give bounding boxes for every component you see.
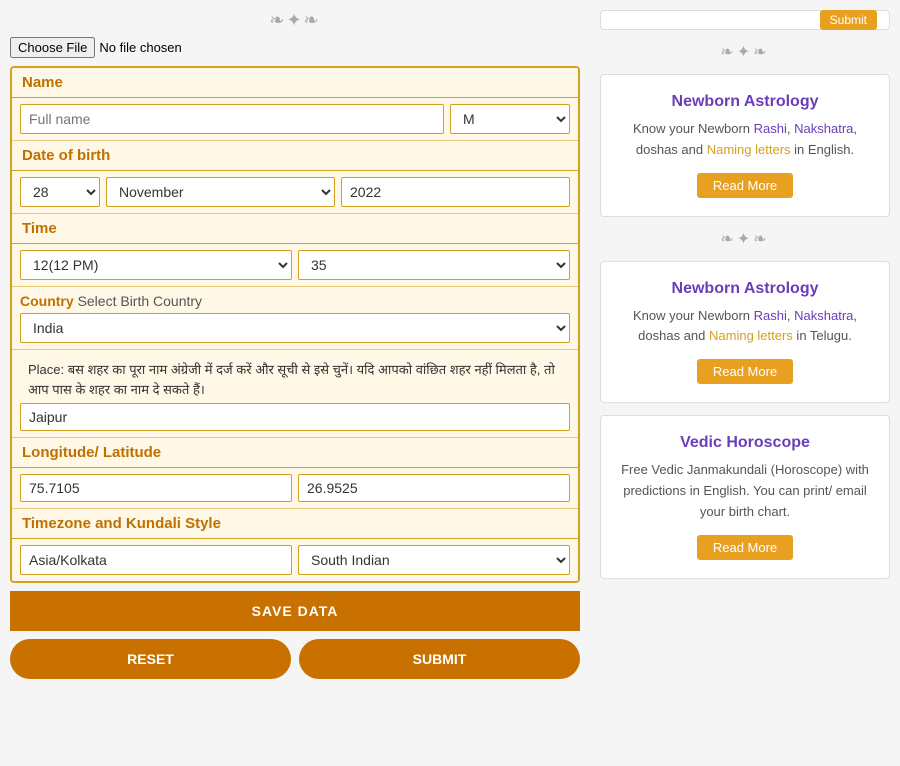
month-select[interactable]: JanuaryFebruaryMarch AprilMayJune JulyAu… — [106, 177, 335, 207]
card2-naming: Naming letters — [709, 328, 793, 343]
card2-desc: Know your Newborn Rashi, Nakshatra, dosh… — [615, 306, 875, 348]
time-row: 0(12 AM)1(1 AM)2(2 AM) 3(3 AM)4(4 AM)5(5… — [20, 250, 570, 280]
country-section-body: Country Select Birth Country India USA U… — [12, 287, 578, 350]
tz-row: South Indian North Indian East Indian — [20, 545, 570, 575]
dob-row: 1234 5678 9101112 13141516 17181920 2122… — [20, 177, 570, 207]
bottom-buttons: RESET SUBMIT — [10, 639, 580, 679]
hour-select[interactable]: 0(12 AM)1(1 AM)2(2 AM) 3(3 AM)4(4 AM)5(5… — [20, 250, 292, 280]
newborn-astrology-telugu-card: Newborn Astrology Know your Newborn Rash… — [600, 261, 890, 404]
place-input[interactable] — [20, 403, 570, 431]
card2-rashi: Rashi — [754, 308, 787, 323]
decorative-top: ❧✦❧ — [10, 10, 580, 31]
newborn-astrology-english-card: Newborn Astrology Know your Newborn Rash… — [600, 74, 890, 217]
divider-1: ❧✦❧ — [600, 42, 890, 62]
longlat-label: Longitude/ Latitude — [12, 438, 578, 468]
name-section-body: M F — [12, 98, 578, 141]
card1-title: Newborn Astrology — [615, 93, 875, 111]
save-data-button[interactable]: SAVE DATA — [10, 591, 580, 631]
gender-select[interactable]: M F — [450, 104, 570, 134]
form-container: Name M F Date of birth 1234 5678 9101112… — [10, 66, 580, 583]
time-section-body: 0(12 AM)1(1 AM)2(2 AM) 3(3 AM)4(4 AM)5(5… — [12, 244, 578, 287]
card1-desc: Know your Newborn Rashi, Nakshatra, dosh… — [615, 119, 875, 161]
timezone-section-body: South Indian North Indian East Indian — [12, 539, 578, 581]
name-section-label: Name — [12, 68, 578, 98]
timezone-input[interactable] — [20, 545, 292, 575]
submit-button[interactable]: SUBMIT — [299, 639, 580, 679]
minute-select[interactable]: 051015 202530 354045 5055 — [298, 250, 570, 280]
card1-rashi: Rashi — [754, 121, 787, 136]
longitude-input[interactable] — [20, 474, 292, 502]
day-select[interactable]: 1234 5678 9101112 13141516 17181920 2122… — [20, 177, 100, 207]
country-select[interactable]: India USA UK Australia Canada — [20, 313, 570, 343]
time-section-label: Time — [12, 214, 578, 244]
card3-read-more-button[interactable]: Read More — [697, 535, 793, 560]
longlat-section-body — [12, 468, 578, 509]
file-chooser-row — [10, 37, 580, 58]
reset-button[interactable]: RESET — [10, 639, 291, 679]
latitude-input[interactable] — [298, 474, 570, 502]
card3-title: Vedic Horoscope — [615, 434, 875, 452]
name-row: M F — [20, 104, 570, 134]
card1-naming: Naming letters — [707, 142, 791, 157]
year-input[interactable] — [341, 177, 570, 207]
vedic-horoscope-card: Vedic Horoscope Free Vedic Janmakundali … — [600, 415, 890, 578]
fullname-input[interactable] — [20, 104, 444, 134]
card1-nakshatra: Nakshatra — [794, 121, 853, 136]
dob-section-body: 1234 5678 9101112 13141516 17181920 2122… — [12, 171, 578, 214]
stub-button[interactable]: Submit — [820, 10, 877, 30]
card3-desc: Free Vedic Janmakundali (Horoscope) with… — [615, 460, 875, 522]
latlong-row — [20, 474, 570, 502]
left-panel: ❧✦❧ Name M F Date of birth 1234 5678 910… — [10, 10, 580, 756]
timezone-label: Timezone and Kundali Style — [12, 509, 578, 539]
right-panel: Submit ❧✦❧ Newborn Astrology Know your N… — [600, 10, 890, 756]
top-stub-card: Submit — [600, 10, 890, 30]
place-label: Place: बस शहर का पूरा नाम अंग्रेजी में द… — [20, 356, 570, 399]
card2-nakshatra: Nakshatra — [794, 308, 853, 323]
file-input[interactable] — [10, 37, 256, 58]
card2-read-more-button[interactable]: Read More — [697, 359, 793, 384]
divider-2: ❧✦❧ — [600, 229, 890, 249]
card2-title: Newborn Astrology — [615, 280, 875, 298]
country-label: Country Select Birth Country — [20, 293, 570, 309]
kundali-select[interactable]: South Indian North Indian East Indian — [298, 545, 570, 575]
place-section-body: Place: बस शहर का पूरा नाम अंग्रेजी में द… — [12, 350, 578, 438]
card1-read-more-button[interactable]: Read More — [697, 173, 793, 198]
dob-section-label: Date of birth — [12, 141, 578, 171]
